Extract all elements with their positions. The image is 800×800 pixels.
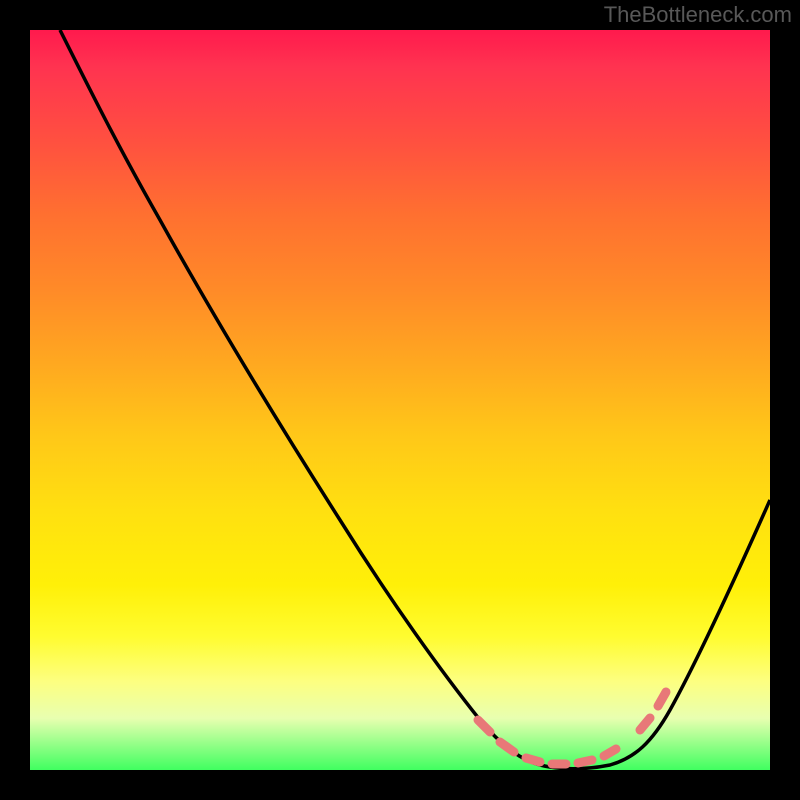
chart-svg [30,30,770,770]
watermark-text: TheBottleneck.com [604,2,792,28]
chart-plot-area [30,30,770,770]
bottleneck-curve [60,30,770,769]
